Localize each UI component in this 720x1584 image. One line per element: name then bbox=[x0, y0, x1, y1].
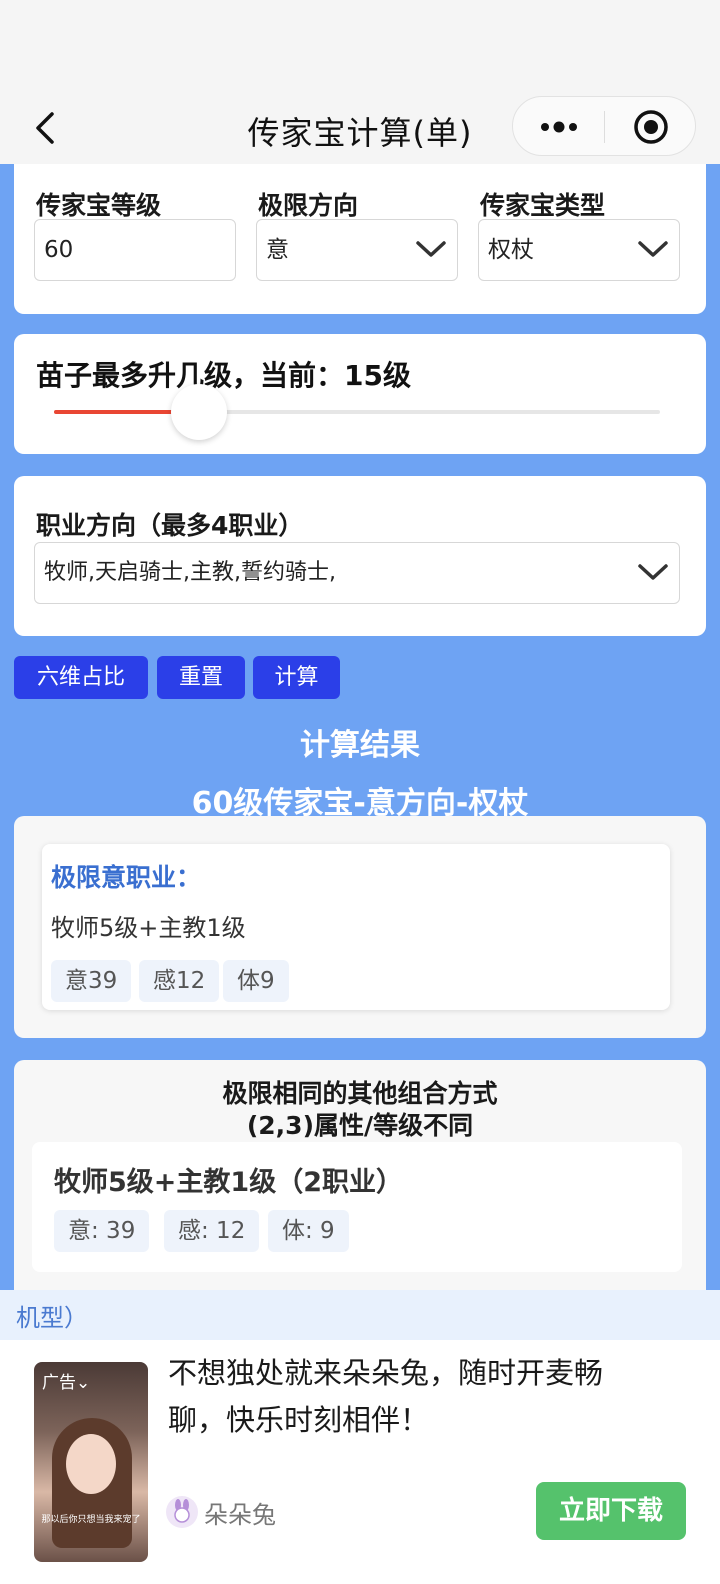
other-combo-item: 牧师5级+主教1级（2职业） 意: 39 感: 12 体: 9 bbox=[32, 1142, 682, 1272]
advertisement[interactable]: 广告⌄ 那以后你只想当我来宠了 不想独处就来朵朵兔，随时开麦畅聊，快乐时刻相伴！… bbox=[0, 1340, 720, 1584]
other-combos-title: 极限相同的其他组合方式 bbox=[222, 1079, 498, 1108]
best-result-inner: 极限意职业： 牧师5级+主教1级 意39 感12 体9 bbox=[42, 844, 670, 1010]
best-result-combo: 牧师5级+主教1级 bbox=[51, 914, 246, 942]
profession-card: 职业方向（最多4职业） 牧师,天启骑士,主教,誓约骑士, bbox=[14, 476, 706, 636]
chevron-down-icon bbox=[416, 241, 446, 257]
attribute-tag: 意39 bbox=[51, 960, 132, 1002]
other-combos-subtitle: (2,3)属性/等级不同 bbox=[246, 1111, 474, 1140]
profession-select[interactable]: 牧师,天启骑士,主教,誓约骑士, bbox=[34, 542, 680, 604]
settings-card: 传家宝等级 60 极限方向 意 传家宝类型 权杖 bbox=[14, 164, 706, 314]
level-input[interactable]: 60 bbox=[34, 219, 236, 281]
best-result-card: 极限意职业： 牧师5级+主教1级 意39 感12 体9 bbox=[14, 816, 706, 1038]
attribute-tag: 体: 9 bbox=[268, 1210, 349, 1252]
ad-brand-name: 朵朵兔 bbox=[204, 1501, 276, 1529]
level-slider-thumb[interactable] bbox=[171, 384, 227, 440]
brand-logo-icon bbox=[166, 1496, 198, 1528]
slider-title: 苗子最多升几级，当前：15级 bbox=[36, 359, 411, 392]
calculate-button[interactable]: 计算 bbox=[253, 656, 340, 699]
direction-select[interactable]: 意 bbox=[256, 219, 458, 281]
capsule-divider bbox=[604, 111, 605, 143]
best-result-title: 极限意职业： bbox=[51, 863, 202, 892]
chevron-down-icon bbox=[638, 564, 668, 580]
slider-card: 苗子最多升几级，当前：15级 bbox=[14, 334, 706, 454]
close-mini-program-icon[interactable] bbox=[633, 109, 669, 145]
profession-value: 牧师,天启骑士,主教,誓约骑士, bbox=[44, 560, 336, 585]
ad-badge[interactable]: 广告⌄ bbox=[42, 1368, 90, 1393]
ad-strip-text: 机型） bbox=[16, 1304, 88, 1332]
mini-program-capsule bbox=[512, 96, 696, 156]
navigation-bar: 传家宝计算(单) bbox=[0, 96, 720, 164]
ad-image[interactable]: 广告⌄ 那以后你只想当我来宠了 bbox=[34, 1362, 148, 1562]
more-options-icon[interactable] bbox=[539, 115, 579, 139]
attribute-tag: 感: 12 bbox=[164, 1210, 260, 1252]
status-bar-area bbox=[0, 0, 720, 96]
direction-label: 极限方向 bbox=[258, 191, 359, 220]
attribute-tag: 体9 bbox=[223, 960, 289, 1002]
type-select[interactable]: 权杖 bbox=[478, 219, 680, 281]
other-combos-card: 极限相同的其他组合方式 (2,3)属性/等级不同 牧师5级+主教1级（2职业） … bbox=[14, 1060, 706, 1290]
ad-image-caption: 那以后你只想当我来宠了 bbox=[41, 1515, 141, 1525]
direction-value: 意 bbox=[266, 237, 289, 263]
type-label: 传家宝类型 bbox=[480, 191, 606, 220]
type-value: 权杖 bbox=[488, 237, 534, 263]
attribute-tag: 感12 bbox=[139, 960, 220, 1002]
chevron-down-icon bbox=[638, 241, 668, 257]
ratio-button[interactable]: 六维占比 bbox=[14, 656, 148, 699]
attribute-tag: 意: 39 bbox=[54, 1210, 150, 1252]
ad-strip: 机型） bbox=[0, 1290, 720, 1340]
level-slider-track[interactable] bbox=[54, 410, 660, 414]
level-label: 传家宝等级 bbox=[36, 191, 162, 220]
result-heading: 计算结果 bbox=[300, 728, 420, 763]
ad-image-face bbox=[66, 1434, 116, 1494]
download-button[interactable]: 立即下载 bbox=[536, 1482, 686, 1540]
reset-button[interactable]: 重置 bbox=[157, 656, 245, 699]
ad-text[interactable]: 不想独处就来朵朵兔，随时开麦畅聊，快乐时刻相伴！ bbox=[168, 1350, 648, 1444]
profession-label: 职业方向（最多4职业） bbox=[36, 511, 304, 540]
other-combo-title: 牧师5级+主教1级（2职业） bbox=[54, 1167, 403, 1198]
